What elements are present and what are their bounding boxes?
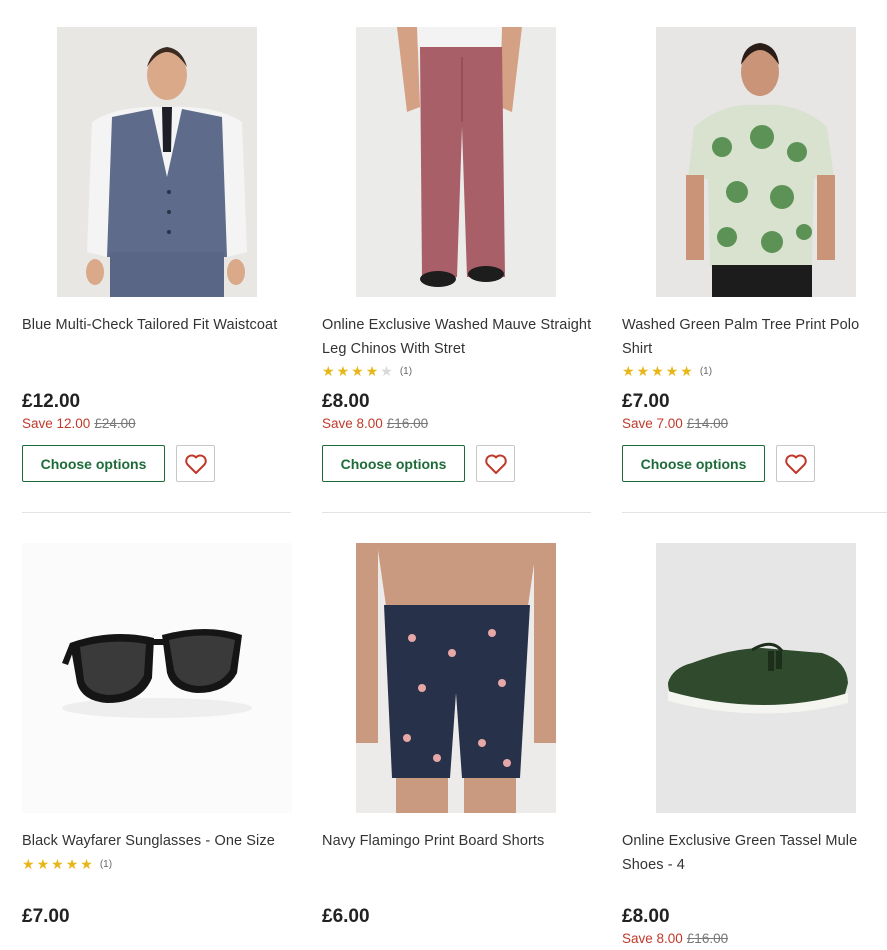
wishlist-button[interactable] <box>476 445 515 482</box>
product-rating: ★ ★ ★ ★ ★ (1) <box>322 364 412 378</box>
star-icon: ★ <box>651 363 664 379</box>
choose-options-button[interactable]: Choose options <box>322 445 465 482</box>
board-shorts-image <box>356 543 556 813</box>
product-title[interactable]: Blue Multi-Check Tailored Fit Waistcoat <box>22 313 292 337</box>
star-icon: ★ <box>380 363 393 379</box>
heart-icon <box>184 454 207 474</box>
product-image-polo[interactable] <box>622 27 887 297</box>
save-amount: Save 8.00 <box>322 416 383 431</box>
product-title[interactable]: Washed Green Palm Tree Print Polo Shirt <box>622 313 887 361</box>
star-icon: ★ <box>636 363 650 379</box>
product-price: £8.00 <box>322 391 370 412</box>
rating-count: (1) <box>99 858 113 870</box>
product-price: £7.00 <box>22 906 70 927</box>
product-card: Black Wayfarer Sunglasses - One Size ★ ★… <box>22 543 292 950</box>
star-icon: ★ <box>80 856 93 872</box>
product-rating: ★ ★ ★ ★ ★ (1) <box>22 857 112 871</box>
save-amount: Save 12.00 <box>22 416 91 431</box>
product-title[interactable]: Online Exclusive Green Tassel Mule Shoes… <box>622 829 887 877</box>
product-image-sunglasses[interactable] <box>22 543 292 813</box>
product-save: Save 7.00 £14.00 <box>622 416 728 431</box>
save-amount: Save 8.00 <box>622 931 683 946</box>
row-divider <box>622 512 887 513</box>
product-image-board-shorts[interactable] <box>322 543 592 813</box>
product-image-chinos[interactable] <box>322 27 592 297</box>
chinos-image <box>356 27 556 297</box>
choose-options-button[interactable]: Choose options <box>22 445 165 482</box>
product-card: Online Exclusive Washed Mauve Straight L… <box>322 27 592 487</box>
star-icon: ★ <box>351 363 364 379</box>
rating-count: (1) <box>699 365 713 377</box>
star-icon: ★ <box>36 856 50 872</box>
product-save: Save 8.00 £16.00 <box>622 931 728 946</box>
product-card: Blue Multi-Check Tailored Fit Waistcoat … <box>22 27 292 487</box>
wishlist-button[interactable] <box>176 445 215 482</box>
product-card: Navy Flamingo Print Board Shorts £6.00 <box>322 543 592 950</box>
product-price: £7.00 <box>622 391 670 412</box>
was-price: £16.00 <box>686 931 729 946</box>
product-rating: ★ ★ ★ ★ ★ (1) <box>622 364 712 378</box>
product-card: Online Exclusive Green Tassel Mule Shoes… <box>622 543 887 950</box>
star-icon: ★ <box>680 363 693 379</box>
save-amount: Save 7.00 <box>622 416 683 431</box>
polo-image <box>656 27 856 297</box>
product-image-waistcoat[interactable] <box>22 27 292 297</box>
star-icon: ★ <box>65 856 79 872</box>
product-price: £8.00 <box>622 906 670 927</box>
choose-options-button[interactable]: Choose options <box>622 445 765 482</box>
sunglasses-image <box>62 629 252 718</box>
product-title[interactable]: Navy Flamingo Print Board Shorts <box>322 829 592 853</box>
star-icon: ★ <box>22 856 35 872</box>
star-icon: ★ <box>365 363 379 379</box>
mule-shoes-image <box>656 543 856 813</box>
product-title[interactable]: Online Exclusive Washed Mauve Straight L… <box>322 313 592 361</box>
row-divider <box>22 512 291 513</box>
product-save: Save 12.00 £24.00 <box>22 416 136 431</box>
star-icon: ★ <box>622 363 635 379</box>
star-icon: ★ <box>51 856 64 872</box>
was-price: £14.00 <box>686 416 729 431</box>
rating-count: (1) <box>399 365 413 377</box>
product-card: Washed Green Palm Tree Print Polo Shirt … <box>622 27 887 487</box>
wishlist-button[interactable] <box>776 445 815 482</box>
was-price: £24.00 <box>94 416 136 431</box>
product-image-mule-shoes[interactable] <box>622 543 887 813</box>
star-icon: ★ <box>322 363 335 379</box>
product-save: Save 8.00 £16.00 <box>322 416 428 431</box>
was-price: £16.00 <box>386 416 429 431</box>
star-icon: ★ <box>336 363 350 379</box>
star-icon: ★ <box>665 363 679 379</box>
product-price: £6.00 <box>322 906 370 927</box>
product-title[interactable]: Black Wayfarer Sunglasses - One Size <box>22 829 292 853</box>
heart-icon <box>784 454 807 474</box>
row-divider <box>322 512 591 513</box>
waistcoat-image <box>57 27 257 297</box>
product-price: £12.00 <box>22 391 81 412</box>
heart-icon <box>484 454 507 474</box>
